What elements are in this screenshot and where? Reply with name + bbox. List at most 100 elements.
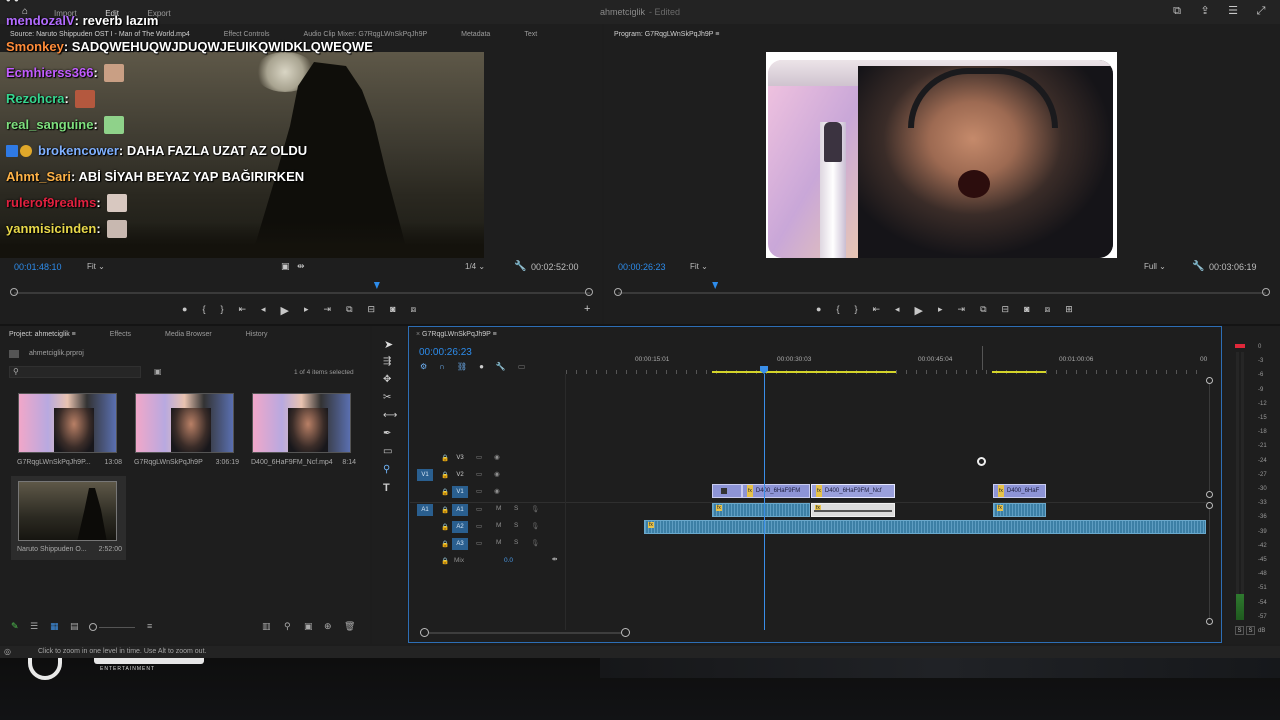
toggle-sync-icon[interactable]: ▭ [476,453,482,461]
mark-in-icon[interactable]: { [202,304,205,317]
zoom-bar-handle-right[interactable] [621,628,630,637]
play-icon[interactable]: ▶ [281,304,289,317]
camera-icon[interactable]: ◙ [390,304,395,317]
rectangle-icon[interactable]: ▭ [383,446,392,457]
wrench-icon[interactable]: 🔧 [1192,261,1204,272]
panel-menu-icon[interactable]: ≡ [715,31,719,38]
go-to-out-icon[interactable]: ⇥ [958,304,966,317]
pencil-icon[interactable]: ✎ [11,621,19,632]
insert-icon[interactable]: ⇹ [297,261,305,272]
compare-icon[interactable]: ⧈ [411,304,417,317]
lock-icon[interactable]: 🔒 [441,506,449,514]
source-zoom-handle-right[interactable] [585,288,593,296]
project-item-thumb-2[interactable] [135,393,234,453]
slip-icon[interactable]: ⟷ [383,410,397,421]
tab-media-browser[interactable]: Media Browser [165,331,212,338]
program-fit-select[interactable]: Fit ⌄ [690,262,708,271]
lock-icon[interactable]: 🔒 [441,540,449,548]
track-select-icon[interactable]: ⇶ [383,356,391,367]
overwrite-icon[interactable]: ⊟ [368,304,376,317]
track-v3-label[interactable]: V3 [452,452,468,464]
selection-tool-icon[interactable]: ➤ [384,338,393,351]
mute-button[interactable]: M [496,505,501,512]
mic-icon[interactable]: 🎙 [531,522,539,530]
track-a3-label[interactable]: A3 [452,538,468,550]
mic-icon[interactable]: 🎙 [531,505,539,513]
track-v1-label[interactable]: V1 [452,486,468,498]
close-icon[interactable]: × [416,331,420,338]
lock-icon[interactable]: 🔒 [441,557,449,565]
mark-out-icon[interactable]: } [854,304,857,317]
camera-icon[interactable]: ◙ [1024,304,1029,317]
zoom-tool-icon[interactable]: ⚲ [383,464,390,475]
tab-program[interactable]: Program: G7RqgLWnSkPqJh9P ≡ [614,31,719,38]
play-icon[interactable]: ▶ [915,304,923,317]
find-icon[interactable]: ⚲ [284,621,291,632]
zoom-slider[interactable] [99,627,135,628]
eye-icon[interactable]: ◉ [494,470,500,478]
extract-icon[interactable]: ⊟ [1002,304,1010,317]
ripple-edit-icon[interactable]: ✥ [383,374,391,385]
toggle-sync-icon[interactable]: ▭ [476,470,482,478]
project-item-thumb-1[interactable] [18,393,117,453]
mute-button[interactable]: M [496,539,501,546]
source-resolution-select[interactable]: 1/4 ⌄ [465,262,485,271]
pen-icon[interactable]: ✒ [383,428,391,439]
audio-clip-selected[interactable]: fx [811,503,895,517]
source-patch-audio[interactable]: A1 [417,504,433,516]
step-forward-icon[interactable]: ▸ [938,304,943,317]
video-clip[interactable]: fx D400_6HaF9FM [742,484,810,498]
lock-icon[interactable]: 🔒 [441,523,449,531]
solo-button[interactable]: S [514,505,518,512]
nest-icon[interactable]: ⚙ [420,362,427,371]
zoom-bar-handle-left[interactable] [420,628,429,637]
audio-clip[interactable]: fx [712,503,810,517]
lock-icon[interactable]: 🔒 [441,454,449,462]
tab-project[interactable]: Project: ahmetciglik ≡ [9,331,76,338]
mix-end-icon[interactable]: ⇹ [552,555,557,563]
video-scroll-handle[interactable] [1206,491,1213,498]
eye-icon[interactable]: ◉ [494,453,500,461]
solo-button[interactable]: S [514,522,518,529]
menu-icon[interactable]: ☰ [1226,5,1240,18]
audio-scroll-handle[interactable] [1206,618,1213,625]
toggle-sync-icon[interactable]: ▭ [476,522,482,530]
panel-menu-icon[interactable]: ≡ [72,331,76,338]
fullscreen-icon[interactable]: ⤢ [1254,5,1268,18]
mark-out-icon[interactable]: } [220,304,223,317]
solo-button[interactable]: S [514,539,518,546]
timeline-playhead-line[interactable] [764,374,765,630]
linked-icon[interactable]: ⛓ [457,362,467,371]
go-to-in-icon[interactable]: ⇤ [872,304,880,317]
program-timecode[interactable]: 00:00:26:23 [618,262,666,272]
captions-icon[interactable]: ▭ [518,362,526,371]
marker-icon[interactable]: ● [182,304,187,317]
source-scrub-bar[interactable] [14,292,590,294]
sort-icon[interactable]: ≡ [147,621,152,631]
timeline-zoom-bar[interactable] [429,632,621,634]
tab-effects[interactable]: Effects [110,331,131,338]
video-clip[interactable]: fx D400_6HaF [993,484,1046,498]
zoom-slider-handle[interactable] [89,623,97,631]
audio-scroll-handle[interactable] [1206,502,1213,509]
add-button-icon[interactable]: + [584,303,590,315]
program-zoom-handle-left[interactable] [614,288,622,296]
track-a1-label[interactable]: A1 [452,504,468,516]
mute-button[interactable]: M [496,522,501,529]
share-icon[interactable]: ⇪ [1198,5,1212,18]
step-back-icon[interactable]: ◂ [261,304,266,317]
compare-icon[interactable]: ⧈ [1045,304,1051,317]
lift-icon[interactable]: ⧉ [980,304,986,317]
video-scroll-handle[interactable] [1206,377,1213,384]
type-tool-icon[interactable]: T [383,482,390,494]
source-zoom-handle-left[interactable] [10,288,18,296]
video-audio-divider[interactable] [410,502,1210,503]
video-clip[interactable] [712,484,742,498]
panel-menu-icon[interactable]: ≡ [493,331,497,338]
program-zoom-handle-right[interactable] [1262,288,1270,296]
project-item-thumb-4[interactable] [18,481,117,541]
program-scrub-bar[interactable] [618,292,1266,294]
source-timecode[interactable]: 00:01:48:10 [14,262,62,272]
source-fit-select[interactable]: Fit ⌄ [87,262,105,271]
source-patch-video[interactable]: V1 [417,469,433,481]
